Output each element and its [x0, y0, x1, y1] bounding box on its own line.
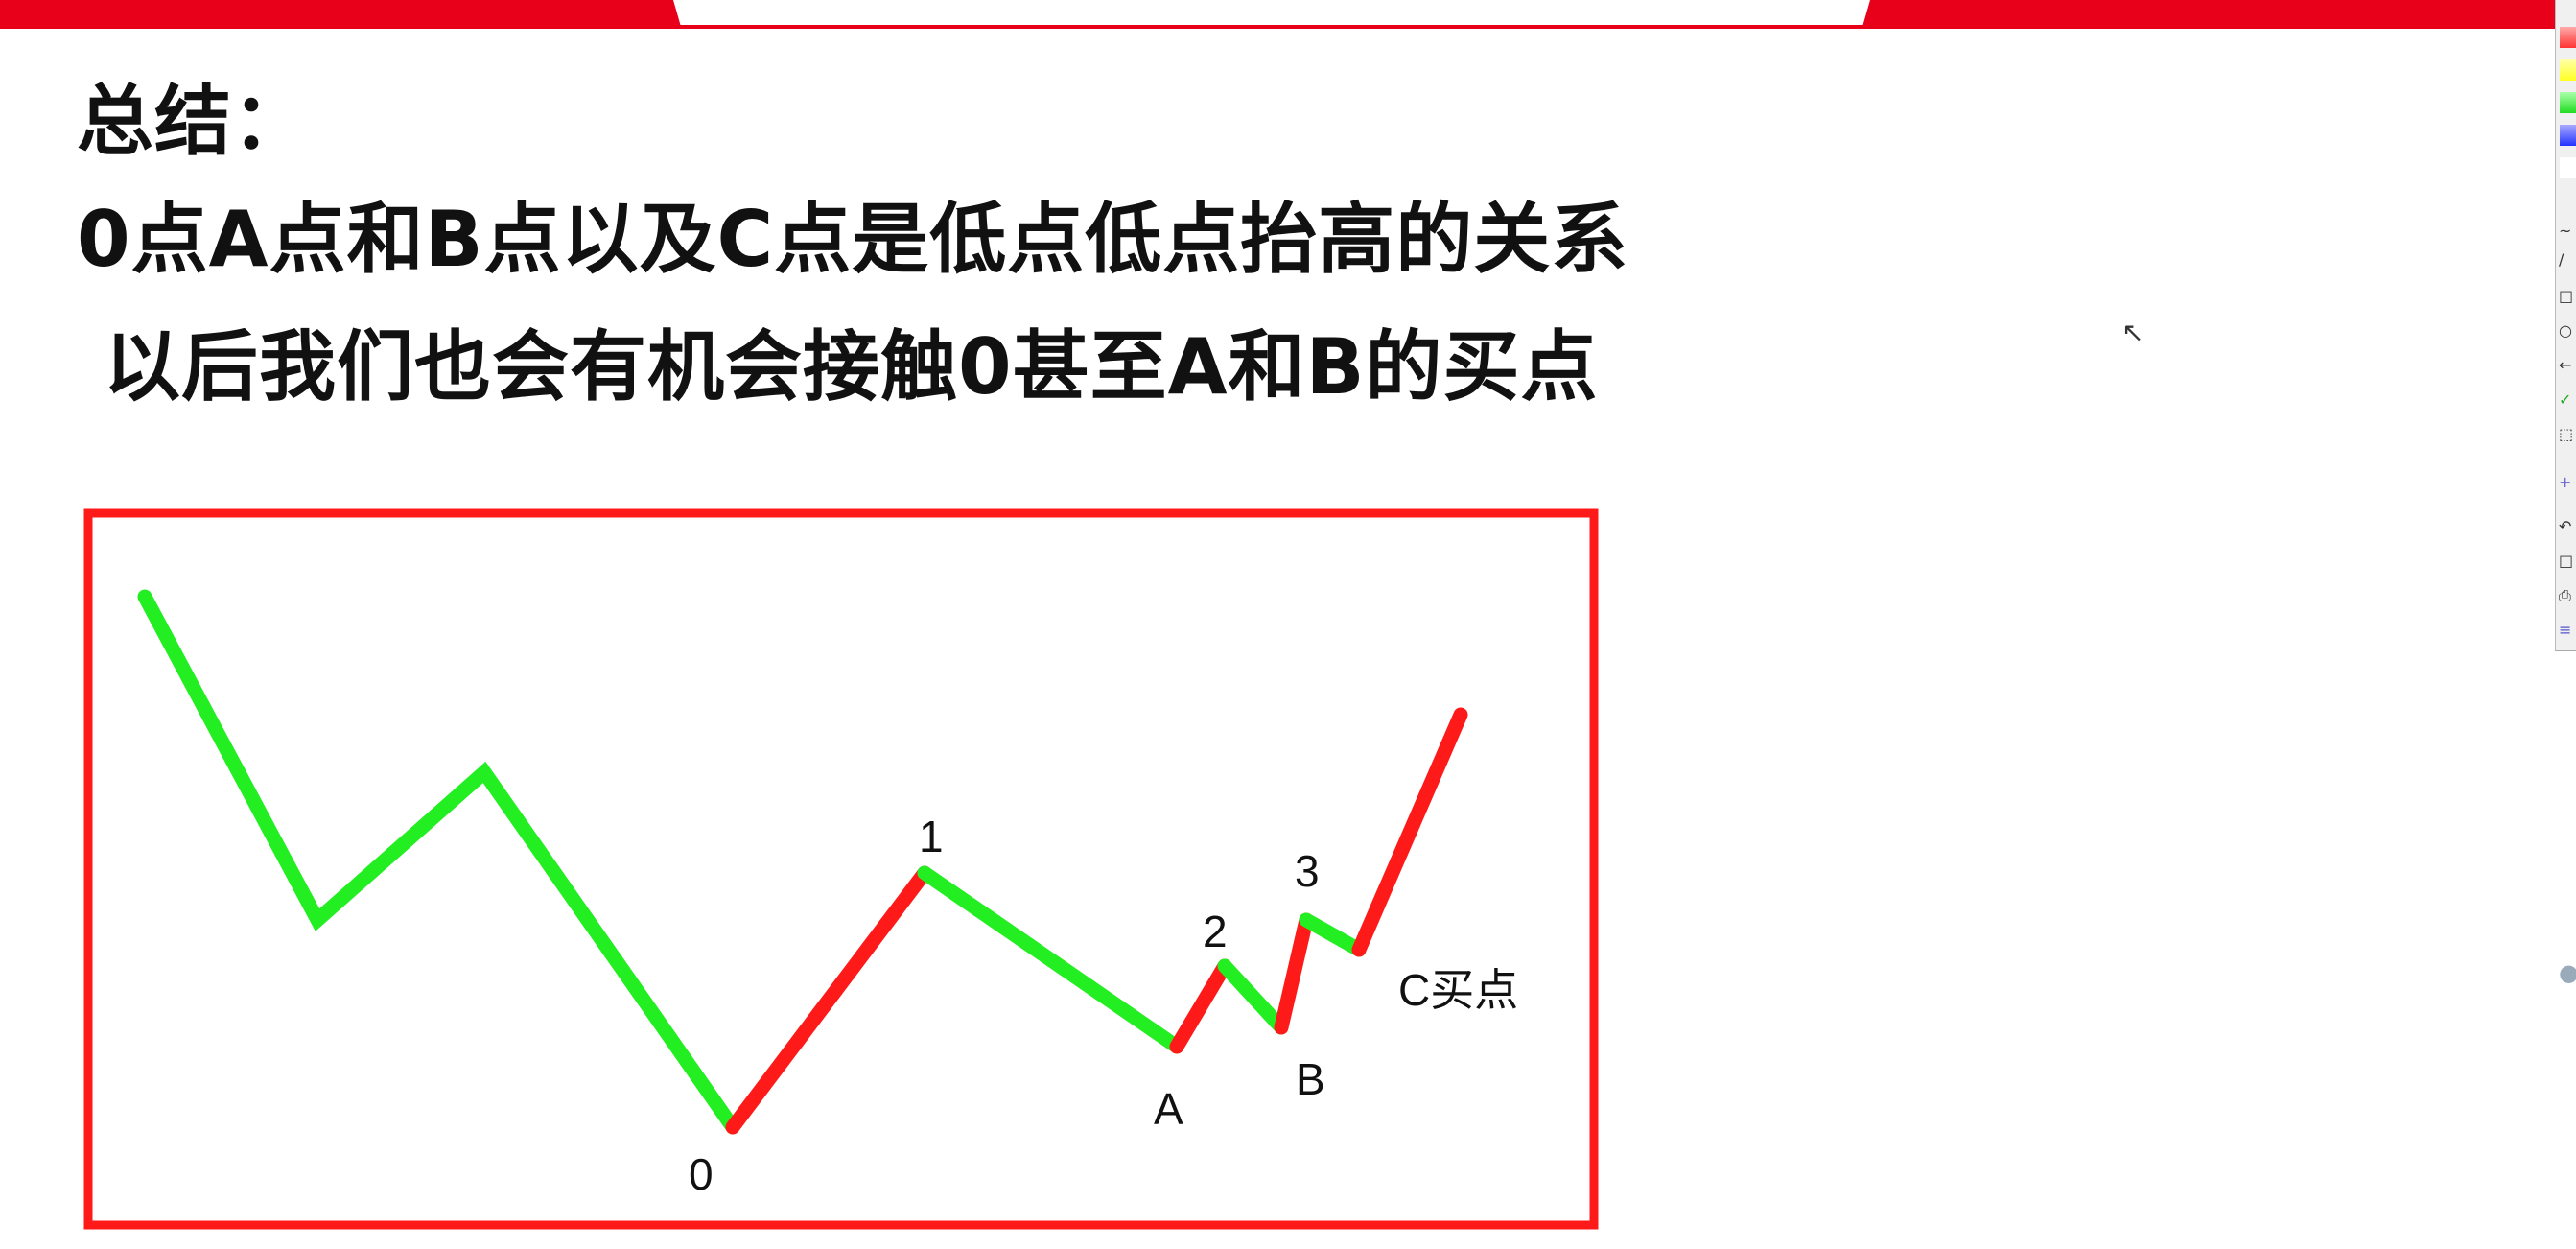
rise-A-to-2	[1169, 958, 1232, 1054]
line-icon[interactable]: /	[2559, 251, 2564, 269]
label-C-buy-point: C买点	[1398, 965, 1518, 1015]
undo-icon[interactable]: ↶	[2559, 518, 2571, 535]
add-icon[interactable]: +	[2559, 474, 2571, 491]
rise-0-to-1	[725, 865, 932, 1135]
pullback-1-to-A	[917, 865, 1184, 1054]
pullback-2-to-B	[1217, 958, 1289, 1035]
label-1: 1	[919, 812, 944, 861]
print-icon[interactable]: ⎙	[2559, 587, 2571, 604]
rise-B-to-3	[1274, 912, 1314, 1035]
color-white-swatch[interactable]	[2560, 157, 2576, 178]
blank-icon[interactable]: □	[2559, 553, 2573, 570]
label-2: 2	[1203, 907, 1228, 956]
label-3: 3	[1295, 846, 1320, 896]
label-B: B	[1296, 1054, 1325, 1104]
freehand-icon[interactable]: ~	[2559, 223, 2571, 240]
rectangle-icon[interactable]: □	[2559, 288, 2573, 305]
arrow-icon[interactable]: ←	[2559, 357, 2571, 374]
ellipse-icon[interactable]: ○	[2559, 322, 2572, 340]
diagram-frame	[83, 508, 1599, 1230]
wave-diagram: 0 1 A 2 B 3 C买点	[83, 508, 1599, 1230]
side-widget-icon[interactable]: ●	[2559, 959, 2576, 986]
color-green-swatch[interactable]	[2560, 92, 2576, 113]
label-A: A	[1154, 1084, 1183, 1134]
color-yellow-swatch[interactable]	[2560, 59, 2576, 81]
menu-icon[interactable]: ≡	[2559, 622, 2571, 639]
mouse-cursor-icon: ↖	[2121, 317, 2144, 348]
label-0: 0	[689, 1149, 714, 1199]
downtrend-segment	[137, 589, 740, 1135]
rise-from-C	[1351, 707, 1468, 957]
annotation-toolbar: ~ / □ ○ ← ✓ ⬚ + ↶ □ ⎙ ≡	[2555, 0, 2576, 651]
check-icon[interactable]: ✓	[2559, 391, 2571, 409]
color-blue-swatch[interactable]	[2560, 125, 2576, 146]
marquee-icon[interactable]: ⬚	[2559, 426, 2573, 443]
color-red-swatch[interactable]	[2560, 27, 2576, 48]
pullback-3-to-C	[1299, 912, 1367, 957]
